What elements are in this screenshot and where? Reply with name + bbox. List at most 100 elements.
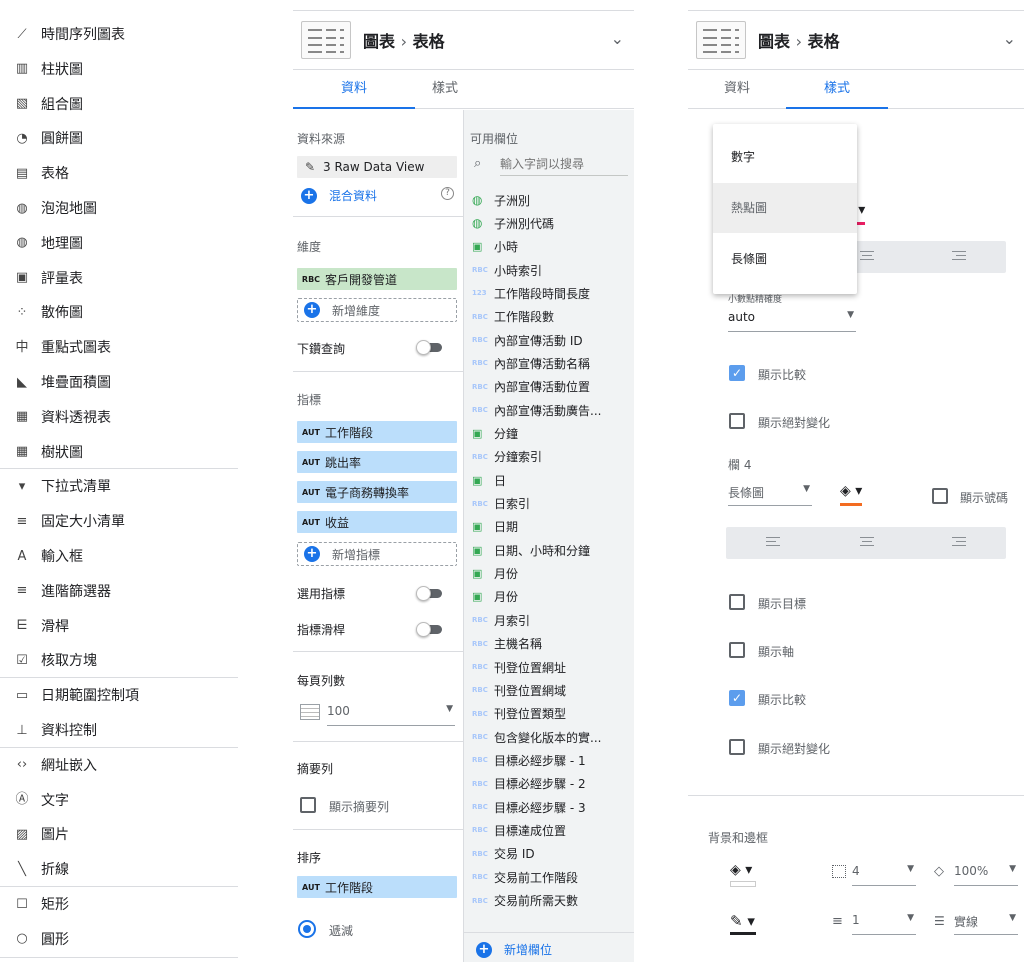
field-item[interactable]: ▣ 月份: [472, 586, 632, 608]
menu-item[interactable]: ▣ 評量表: [0, 261, 238, 295]
metric-chip[interactable]: AUT 收益: [297, 511, 457, 533]
tab-style[interactable]: 樣式: [786, 71, 888, 109]
menu-item[interactable]: ▥ 柱狀圖: [0, 52, 238, 86]
field-item[interactable]: 123 工作階段時間長度: [472, 282, 632, 304]
field-item[interactable]: RBC 目標達成位置: [472, 819, 632, 841]
field-search-input[interactable]: [500, 152, 628, 176]
show-comparison-2-checkbox[interactable]: ✓: [729, 690, 745, 706]
field-item[interactable]: RBC 目標必經步驟 - 3: [472, 796, 632, 818]
menu-item[interactable]: ⋿ 滑桿: [0, 609, 238, 643]
align-left-icon[interactable]: [766, 535, 780, 549]
menu-item[interactable]: ☑ 核取方塊: [0, 643, 238, 677]
chevron-down-icon[interactable]: ⌄: [1003, 29, 1016, 48]
tab-style[interactable]: 樣式: [415, 71, 475, 109]
field-item[interactable]: ◍ 子洲別代碼: [472, 212, 632, 234]
menu-item-bar[interactable]: 長條圖: [713, 234, 857, 284]
field-item[interactable]: RBC 主機名稱: [472, 633, 632, 655]
sort-field-chip[interactable]: AUT 工作階段: [297, 876, 457, 898]
menu-item[interactable]: ‹› 網址嵌入: [0, 748, 238, 782]
align-center-icon[interactable]: [860, 249, 874, 263]
menu-item[interactable]: ≡ 固定大小清單: [0, 504, 238, 538]
field-item[interactable]: RBC 刊登位置網址: [472, 656, 632, 678]
border-style-select[interactable]: 實線 ▼: [954, 913, 1018, 935]
menu-item[interactable]: ≡ 進階篩選器: [0, 574, 238, 608]
metric-chip[interactable]: AUT 電子商務轉換率: [297, 481, 457, 503]
field-item[interactable]: ▣ 日: [472, 469, 632, 491]
menu-item[interactable]: ⟋ 時間序列圖表: [0, 17, 238, 51]
show-abs-change-2-checkbox[interactable]: [729, 739, 745, 755]
metric-slider-toggle[interactable]: [416, 622, 442, 637]
rows-per-page-select[interactable]: 100 ▼: [327, 704, 455, 726]
border-radius-select[interactable]: 4 ▼: [852, 864, 916, 886]
field-item[interactable]: ▣ 月份: [472, 563, 632, 585]
metric-chip[interactable]: AUT 跳出率: [297, 451, 457, 473]
menu-item[interactable]: ▦ 資料透視表: [0, 400, 238, 434]
field-item[interactable]: RBC 交易前所需天數: [472, 890, 632, 912]
drill-down-toggle[interactable]: [416, 340, 442, 355]
field-item[interactable]: RBC 刊登位置網域: [472, 679, 632, 701]
opacity-select[interactable]: 100% ▼: [954, 864, 1018, 886]
border-color-icon[interactable]: ✎ ▾: [730, 912, 755, 930]
field-item[interactable]: RBC 分鐘索引: [472, 446, 632, 468]
data-source-chip[interactable]: ✎ 3 Raw Data View: [297, 156, 457, 178]
field-item[interactable]: ◍ 子洲別: [472, 189, 632, 211]
add-field-button[interactable]: + 新增欄位: [476, 941, 552, 958]
menu-item-heatmap[interactable]: 熱點圖: [713, 183, 857, 233]
descending-radio[interactable]: [298, 920, 316, 938]
optional-metrics-toggle[interactable]: [416, 586, 442, 601]
field-item[interactable]: ▣ 日期: [472, 516, 632, 538]
show-abs-change-checkbox[interactable]: [729, 413, 745, 429]
dimension-chip[interactable]: RBC 客戶開發管道: [297, 268, 457, 290]
menu-item[interactable]: ☐ 矩形: [0, 887, 238, 921]
field-item[interactable]: RBC 日索引: [472, 493, 632, 515]
show-comparison-checkbox[interactable]: ✓: [729, 365, 745, 381]
bar-color-icon[interactable]: ◈ ▾: [840, 483, 862, 499]
menu-item[interactable]: A 輸入框: [0, 539, 238, 573]
field-item[interactable]: RBC 包含變化版本的實...: [472, 726, 632, 748]
tab-data[interactable]: 資料: [688, 71, 786, 109]
menu-item[interactable]: ▾ 下拉式清單: [0, 469, 238, 503]
blend-data-button[interactable]: + 混合資料: [301, 187, 377, 204]
field-item[interactable]: ▣ 日期、小時和分鐘: [472, 539, 632, 561]
menu-item[interactable]: ◣ 堆疊面積圖: [0, 365, 238, 399]
menu-item-number[interactable]: 數字: [713, 132, 857, 182]
help-icon[interactable]: ?: [441, 187, 454, 200]
show-axis-checkbox[interactable]: [729, 642, 745, 658]
menu-item[interactable]: ◍ 地理圖: [0, 226, 238, 260]
field-item[interactable]: RBC 交易 ID: [472, 843, 632, 865]
show-summary-checkbox[interactable]: [300, 797, 316, 813]
column4-type-select[interactable]: 長條圖 ▼: [728, 484, 812, 506]
border-weight-select[interactable]: 1 ▼: [852, 913, 916, 935]
add-dimension-button[interactable]: + 新增維度: [297, 298, 457, 322]
menu-item[interactable]: ▭ 日期範圍控制項: [0, 678, 238, 712]
menu-item[interactable]: ▧ 組合圖: [0, 87, 238, 121]
menu-item[interactable]: Ⓐ 文字: [0, 783, 238, 817]
align-right-icon[interactable]: [952, 249, 966, 263]
show-number-checkbox[interactable]: [932, 488, 948, 504]
field-item[interactable]: RBC 月索引: [472, 609, 632, 631]
align-center-icon[interactable]: [860, 535, 874, 549]
menu-item[interactable]: ▦ 樹狀圖: [0, 435, 238, 469]
add-metric-button[interactable]: + 新增指標: [297, 542, 457, 566]
field-item[interactable]: ▣ 分鐘: [472, 423, 632, 445]
menu-item[interactable]: ◔ 圓餅圖: [0, 121, 238, 155]
align-right-icon[interactable]: [952, 535, 966, 549]
field-item[interactable]: RBC 目標必經步驟 - 1: [472, 749, 632, 771]
menu-item[interactable]: ○ 圓形: [0, 922, 238, 956]
field-item[interactable]: RBC 交易前工作階段: [472, 866, 632, 888]
pencil-icon[interactable]: ✎: [297, 160, 323, 174]
field-item[interactable]: RBC 目標必經步驟 - 2: [472, 773, 632, 795]
menu-item[interactable]: ▤ 表格: [0, 156, 238, 190]
chevron-down-icon[interactable]: ⌄: [611, 29, 624, 48]
menu-item[interactable]: ▨ 圖片: [0, 817, 238, 851]
show-target-checkbox[interactable]: [729, 594, 745, 610]
field-item[interactable]: RBC 刊登位置類型: [472, 703, 632, 725]
menu-item[interactable]: ⁘ 散佈圖: [0, 295, 238, 329]
field-item[interactable]: RBC 工作階段數: [472, 306, 632, 328]
field-item[interactable]: RBC 內部宣傳活動位置: [472, 376, 632, 398]
metric-chip[interactable]: AUT 工作階段: [297, 421, 457, 443]
menu-item[interactable]: ⊥ 資料控制: [0, 713, 238, 747]
field-item[interactable]: RBC 內部宣傳活動 ID: [472, 329, 632, 351]
menu-item[interactable]: ╲ 折線: [0, 852, 238, 886]
field-item[interactable]: RBC 內部宣傳活動名稱: [472, 352, 632, 374]
